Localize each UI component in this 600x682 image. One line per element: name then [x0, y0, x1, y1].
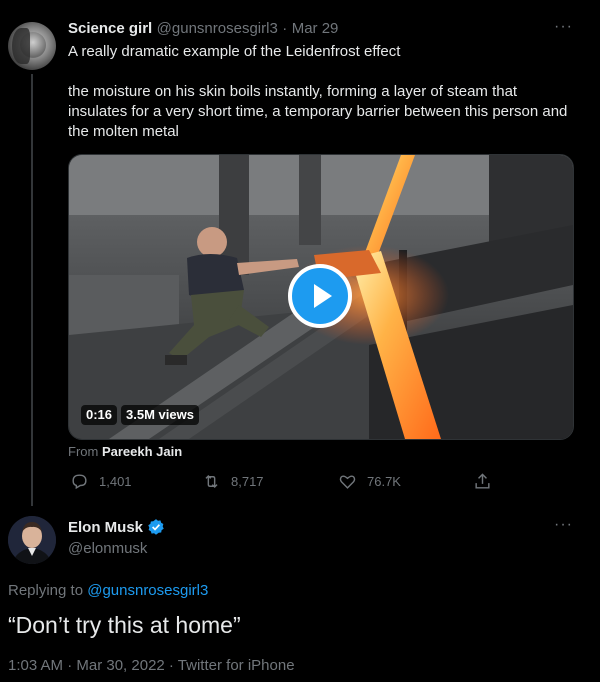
thread-connector-line — [31, 74, 33, 506]
replying-to-line: Replying to @gunsnrosesgirl3 — [8, 582, 208, 599]
video-player[interactable]: 0:16 3.5M views — [68, 154, 574, 440]
play-button[interactable] — [288, 264, 352, 328]
reply-text: “Don’t try this at home” — [8, 612, 241, 638]
reply-author-avatar[interactable] — [8, 516, 56, 564]
video-source: From Pareekh Jain — [68, 444, 182, 459]
video-source-name[interactable]: Pareekh Jain — [102, 444, 182, 459]
retweet-icon — [205, 474, 218, 489]
reply-action[interactable]: 1,401 — [70, 472, 132, 491]
reply-author-handle[interactable]: @elonmusk — [68, 540, 147, 557]
tweet-header: Science girl @gunsnrosesgirl3 · Mar 29 — [68, 20, 338, 38]
more-options-icon[interactable]: ··· — [554, 18, 573, 36]
heart-icon — [339, 475, 356, 489]
reply-count: 1,401 — [99, 474, 132, 489]
avatar-portrait — [8, 516, 56, 564]
like-action[interactable]: 76.7K — [338, 472, 401, 491]
tweet-text-line1: A really dramatic example of the Leidenf… — [68, 43, 401, 60]
author-avatar[interactable] — [8, 22, 56, 70]
reply-timestamp[interactable]: 1:03 AM · Mar 30, 2022 · Twitter for iPh… — [8, 657, 295, 674]
video-duration: 0:16 — [81, 405, 118, 425]
replying-to-label: Replying to — [8, 582, 84, 599]
tweet-text-line2: the moisture on his skin boils instantly… — [68, 83, 568, 140]
verified-badge-icon — [148, 519, 164, 535]
tweet-date[interactable]: Mar 29 — [292, 20, 339, 37]
share-action[interactable] — [473, 472, 492, 491]
retweet-count: 8,717 — [231, 474, 264, 489]
reply-icon — [72, 474, 87, 490]
share-icon — [475, 473, 490, 489]
author-handle[interactable]: @gunsnrosesgirl3 — [157, 20, 278, 37]
replying-to-handle[interactable]: @gunsnrosesgirl3 — [87, 582, 208, 599]
reply-more-options-icon[interactable]: ··· — [554, 516, 573, 534]
reply-author-line: Elon Musk — [68, 518, 165, 536]
play-icon — [314, 284, 332, 308]
reply-author-name[interactable]: Elon Musk — [68, 519, 143, 536]
video-source-label: From — [68, 444, 99, 459]
retweet-action[interactable]: 8,717 — [202, 472, 264, 491]
author-name[interactable]: Science girl — [68, 20, 152, 37]
like-count: 76.7K — [367, 474, 401, 489]
video-badges: 0:16 3.5M views — [81, 405, 199, 425]
meta-separator: · — [282, 20, 288, 37]
video-views: 3.5M views — [121, 405, 199, 425]
